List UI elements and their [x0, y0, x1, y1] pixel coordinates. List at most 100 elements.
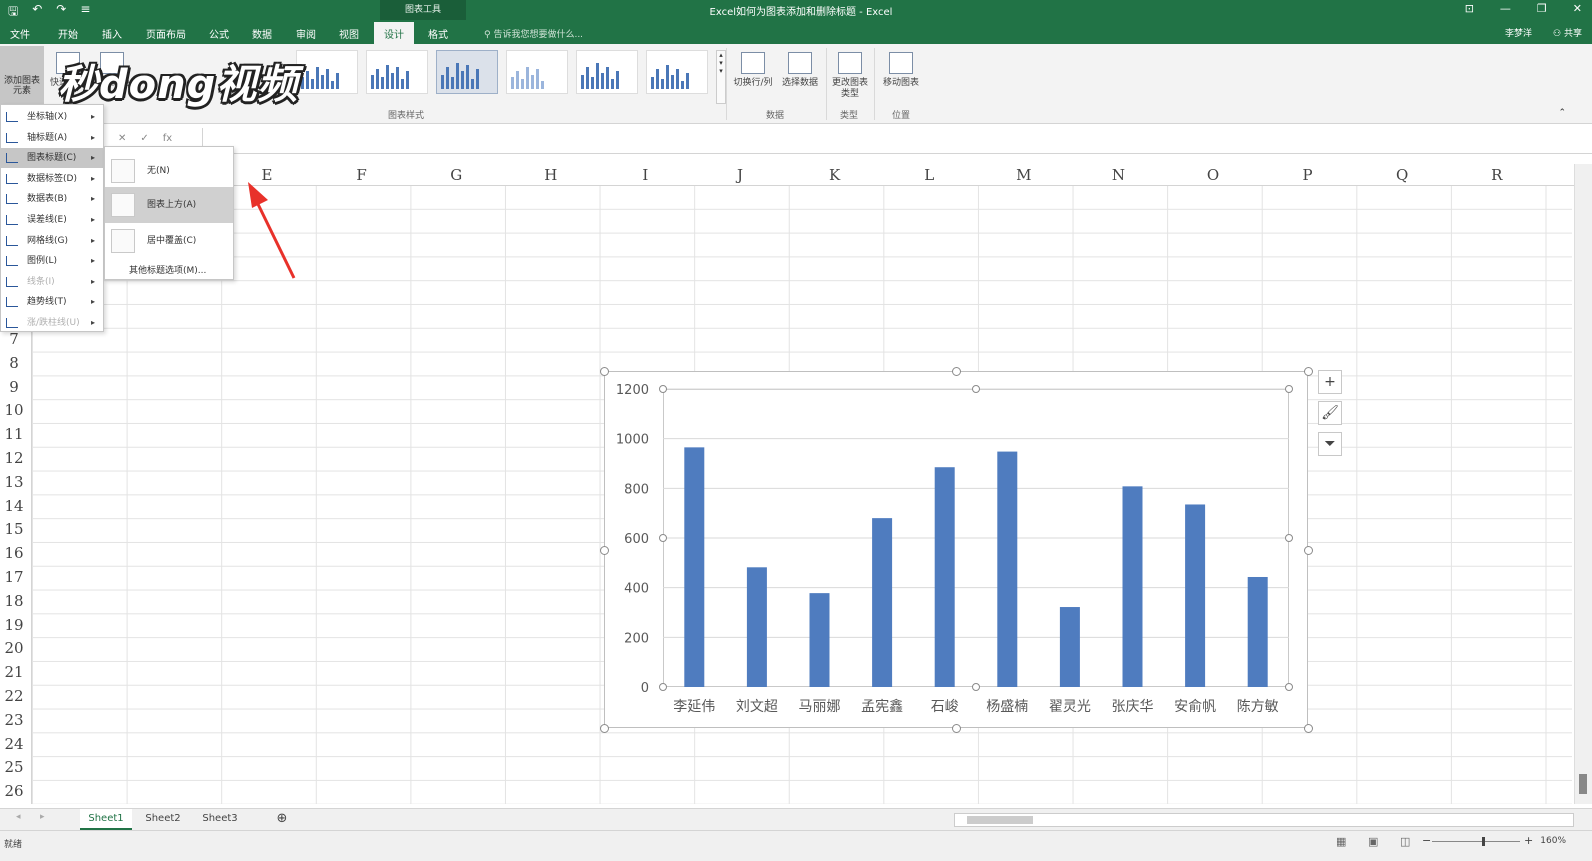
chart-style-thumb[interactable] [646, 50, 708, 94]
scroll-sheets-right-icon[interactable]: ▸ [40, 812, 45, 822]
page-layout-view-icon[interactable]: ▣ [1368, 835, 1378, 848]
sheet-tab-3[interactable]: Sheet3 [194, 809, 246, 830]
chart-element-menu-item[interactable]: 数据标签(D) ▸ [1, 169, 103, 189]
chart-style-thumb-selected[interactable] [436, 50, 498, 94]
bar-李延伟[interactable] [684, 447, 705, 687]
chart-elements-button[interactable]: + [1318, 370, 1342, 394]
move-chart-button[interactable]: 移动图表 [878, 52, 924, 89]
column-header-P[interactable]: P [1261, 166, 1355, 184]
chart-element-menu-item[interactable]: 轴标题(A) ▸ [1, 128, 103, 148]
tab-insert[interactable]: 插入 [102, 26, 122, 41]
column-header-M[interactable]: M [977, 166, 1071, 184]
column-header-J[interactable]: J [693, 166, 787, 184]
column-header-K[interactable]: K [788, 166, 882, 184]
row-header-15[interactable]: 15 [0, 520, 28, 538]
change-chart-type-button[interactable]: 更改图表类型 [830, 52, 870, 100]
bar-陈方敏[interactable] [1247, 576, 1268, 687]
tab-format[interactable]: 格式 [428, 26, 448, 41]
column-header-H[interactable]: H [504, 166, 598, 184]
row-header-11[interactable]: 11 [0, 425, 28, 443]
add-sheet-button[interactable]: ⊕ [270, 809, 294, 830]
column-header-N[interactable]: N [1071, 166, 1165, 184]
chart-element-menu-item[interactable]: 网格线(G) ▸ [1, 231, 103, 251]
chart-title-above-item[interactable]: 图表上方(A) [105, 187, 233, 223]
row-header-9[interactable]: 9 [0, 378, 28, 396]
row-header-10[interactable]: 10 [0, 401, 28, 419]
bar-石峻[interactable] [934, 467, 955, 687]
plot-area-resize-handle[interactable] [1285, 385, 1293, 393]
column-header-G[interactable]: G [409, 166, 503, 184]
bar-安俞帆[interactable] [1185, 504, 1206, 687]
chart-element-menu-item[interactable]: 图例(L) ▸ [1, 251, 103, 271]
select-data-button[interactable]: 选择数据 [778, 52, 822, 89]
chart-element-menu-item[interactable]: 坐标轴(X) ▸ [1, 107, 103, 127]
row-header-13[interactable]: 13 [0, 473, 28, 491]
plot-area-resize-handle[interactable] [972, 683, 980, 691]
tab-file[interactable]: 文件 [10, 26, 30, 41]
sheet-tab-1[interactable]: Sheet1 [80, 809, 132, 830]
bar-刘文超[interactable] [746, 567, 767, 687]
plot-area-resize-handle[interactable] [972, 385, 980, 393]
tab-view[interactable]: 视图 [339, 26, 359, 41]
chart-style-thumb[interactable] [506, 50, 568, 94]
row-header-12[interactable]: 12 [0, 449, 28, 467]
chart-filter-button[interactable]: ⏷ [1318, 432, 1342, 456]
row-header-14[interactable]: 14 [0, 497, 28, 515]
chart-resize-handle[interactable] [1304, 545, 1313, 555]
chart-resize-handle[interactable] [952, 367, 961, 376]
minimize-button[interactable]: — [1500, 2, 1511, 15]
zoom-out-icon[interactable]: − [1422, 834, 1431, 847]
collapse-ribbon-icon[interactable]: ⌃ [1558, 108, 1566, 118]
row-header-24[interactable]: 24 [0, 735, 28, 753]
tab-design[interactable]: 设计 [374, 22, 414, 44]
bar-杨盛楠[interactable] [997, 451, 1018, 687]
ribbon-display-icon[interactable]: ⊡ [1465, 2, 1474, 15]
tell-me-search[interactable]: ⚲ 告诉我您想要做什么... [484, 27, 583, 40]
tab-page-layout[interactable]: 页面布局 [146, 26, 186, 41]
column-header-F[interactable]: F [315, 166, 409, 184]
bar-孟宪鑫[interactable] [872, 518, 893, 687]
cancel-formula-icon[interactable]: ✕ [118, 133, 126, 144]
row-header-25[interactable]: 25 [0, 758, 28, 776]
column-header-I[interactable]: I [598, 166, 692, 184]
close-button[interactable]: ✕ [1573, 2, 1582, 15]
vertical-scroll-thumb[interactable] [1579, 774, 1587, 794]
row-header-23[interactable]: 23 [0, 711, 28, 729]
switch-row-column-button[interactable]: 切换行/列 [730, 52, 776, 89]
chart-element-menu-item[interactable]: 图表标题(C) ▸ [1, 148, 103, 169]
tab-review[interactable]: 审阅 [296, 26, 316, 41]
restore-button[interactable]: ❐ [1537, 2, 1547, 15]
chart-element-menu-item[interactable]: 数据表(B) ▸ [1, 189, 103, 209]
chart-resize-handle[interactable] [952, 724, 961, 733]
bar-翟灵光[interactable] [1059, 607, 1080, 687]
more-title-options-item[interactable]: 其他标题选项(M)... [129, 263, 206, 276]
column-header-Q[interactable]: Q [1355, 166, 1449, 184]
plot-area-resize-handle[interactable] [659, 683, 667, 691]
row-header-20[interactable]: 20 [0, 639, 28, 657]
row-header-26[interactable]: 26 [0, 782, 28, 800]
zoom-level[interactable]: 160% [1540, 836, 1566, 846]
zoom-slider-knob[interactable] [1482, 837, 1485, 846]
sheet-tab-2[interactable]: Sheet2 [136, 809, 190, 830]
insert-function-icon[interactable]: fx [163, 133, 172, 144]
scroll-sheets-left-icon[interactable]: ◂ [16, 812, 21, 822]
chart-style-thumb[interactable] [576, 50, 638, 94]
zoom-in-icon[interactable]: + [1524, 834, 1533, 847]
chart-object[interactable]: 0 200 400 600 800 1000 1200 李延伟 刘文超 马丽娜 孟宪鑫 石峻 杨盛楠 翟灵… [600, 367, 1313, 733]
row-header-22[interactable]: 22 [0, 687, 28, 705]
plot-area-resize-handle[interactable] [659, 534, 667, 542]
chart-resize-handle[interactable] [600, 545, 609, 555]
horizontal-scrollbar[interactable] [954, 813, 1574, 827]
column-header-L[interactable]: L [882, 166, 976, 184]
formula-input[interactable] [202, 128, 1582, 150]
share-button[interactable]: ⚇ 共享 [1553, 26, 1582, 39]
bar-张庆华[interactable] [1122, 486, 1143, 687]
chart-title-none-item[interactable]: 无(N) [105, 153, 233, 189]
tab-formulas[interactable]: 公式 [209, 26, 229, 41]
normal-view-icon[interactable]: ▦ [1336, 835, 1346, 848]
row-header-18[interactable]: 18 [0, 592, 28, 610]
enter-formula-icon[interactable]: ✓ [140, 133, 148, 144]
chart-styles-brush-button[interactable]: 🖌 [1318, 401, 1342, 425]
chart-element-menu-item[interactable]: 误差线(E) ▸ [1, 210, 103, 230]
bar-马丽娜[interactable] [809, 593, 830, 687]
